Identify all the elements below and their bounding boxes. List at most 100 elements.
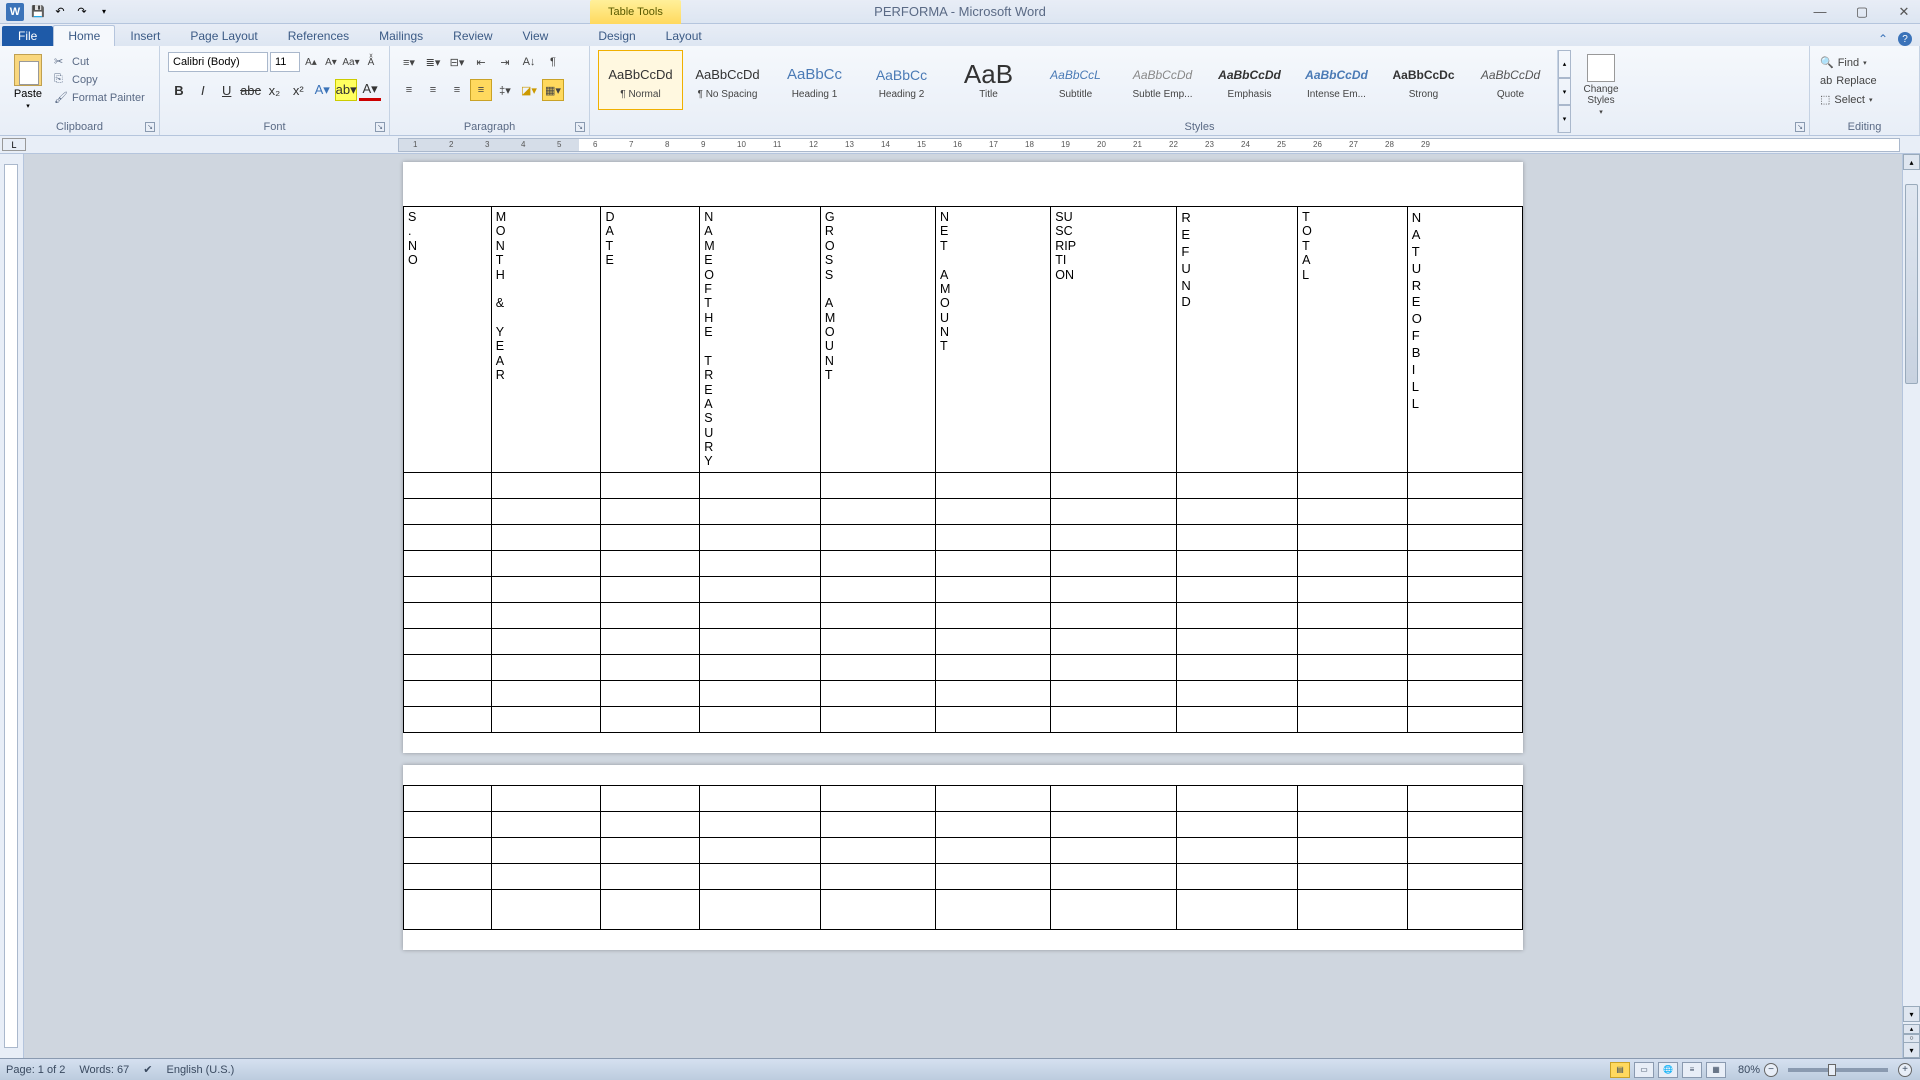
superscript-button[interactable]: x²: [287, 79, 309, 101]
bullets-button[interactable]: ≡▾: [398, 51, 420, 73]
tab-view[interactable]: View: [508, 25, 564, 46]
next-page-button[interactable]: ▾: [1903, 1042, 1920, 1058]
tab-design[interactable]: Design: [583, 25, 650, 46]
tab-page-layout[interactable]: Page Layout: [175, 25, 272, 46]
style-item-title[interactable]: AaBTitle: [946, 50, 1031, 110]
maximize-button[interactable]: ▢: [1850, 3, 1874, 21]
style-item-subtitle[interactable]: AaBbCcLSubtitle: [1033, 50, 1118, 110]
document-table[interactable]: S.NOMONTH & YEARDATENAMEOFTHE TREASURYGR…: [403, 206, 1523, 733]
align-center-button[interactable]: ≡: [422, 79, 444, 101]
draft-view[interactable]: ▦: [1706, 1062, 1726, 1078]
style-item-intense-em-[interactable]: AaBbCcDdIntense Em...: [1294, 50, 1379, 110]
undo-icon[interactable]: ↶: [52, 4, 68, 20]
strikethrough-button[interactable]: abc: [240, 79, 262, 101]
browse-object-buttons[interactable]: ▴○: [1903, 1024, 1920, 1040]
bold-button[interactable]: B: [168, 79, 190, 101]
table-header-cell[interactable]: DATE: [601, 207, 700, 473]
style-item-emphasis[interactable]: AaBbCcDdEmphasis: [1207, 50, 1292, 110]
table-header-cell[interactable]: REFUND: [1177, 207, 1298, 473]
align-right-button[interactable]: ≡: [446, 79, 468, 101]
highlight-button[interactable]: ab▾: [335, 79, 357, 101]
tab-home[interactable]: Home: [53, 25, 115, 46]
tab-insert[interactable]: Insert: [115, 25, 175, 46]
zoom-slider-thumb[interactable]: [1828, 1064, 1836, 1076]
sort-button[interactable]: A↓: [518, 51, 540, 73]
zoom-slider[interactable]: [1788, 1068, 1888, 1072]
font-size-select[interactable]: [270, 52, 300, 72]
select-button[interactable]: ⬚Select▾: [1818, 91, 1911, 108]
increase-indent-button[interactable]: ⇥: [494, 51, 516, 73]
redo-icon[interactable]: ↷: [74, 4, 90, 20]
tab-layout[interactable]: Layout: [651, 25, 717, 46]
shrink-font-button[interactable]: A▾: [322, 52, 340, 72]
language-status[interactable]: English (U.S.): [166, 1064, 234, 1076]
tab-references[interactable]: References: [273, 25, 364, 46]
help-icon[interactable]: ?: [1898, 32, 1912, 46]
copy-button[interactable]: ⎘Copy: [52, 72, 147, 88]
save-icon[interactable]: 💾: [30, 4, 46, 20]
styles-dialog-launcher[interactable]: ↘: [1795, 122, 1805, 132]
italic-button[interactable]: I: [192, 79, 214, 101]
page-viewport[interactable]: S.NOMONTH & YEARDATENAMEOFTHE TREASURYGR…: [24, 154, 1902, 1058]
vertical-ruler[interactable]: [0, 154, 24, 1058]
line-spacing-button[interactable]: ‡▾: [494, 79, 516, 101]
minimize-ribbon-icon[interactable]: ⌃: [1878, 32, 1888, 46]
table-header-cell[interactable]: SUSCRIPTION: [1051, 207, 1177, 473]
full-screen-view[interactable]: ▭: [1634, 1062, 1654, 1078]
font-dialog-launcher[interactable]: ↘: [375, 122, 385, 132]
format-painter-button[interactable]: 🖌Format Painter: [52, 90, 147, 106]
show-marks-button[interactable]: ¶: [542, 51, 564, 73]
tab-review[interactable]: Review: [438, 25, 507, 46]
vertical-scrollbar[interactable]: ▴ ▾ ▴○ ▾: [1902, 154, 1920, 1058]
print-layout-view[interactable]: ▤: [1610, 1062, 1630, 1078]
tab-selector[interactable]: L: [2, 138, 26, 151]
font-color-button[interactable]: A▾: [359, 79, 381, 101]
justify-button[interactable]: ≡: [470, 79, 492, 101]
grow-font-button[interactable]: A▴: [302, 52, 320, 72]
style-item-heading-1[interactable]: AaBbCcHeading 1: [772, 50, 857, 110]
clear-formatting-button[interactable]: Aͯ: [362, 52, 380, 72]
scroll-down-button[interactable]: ▾: [1903, 1006, 1920, 1022]
style-item-quote[interactable]: AaBbCcDdQuote: [1468, 50, 1553, 110]
table-header-cell[interactable]: NAMEOFTHE TREASURY: [700, 207, 821, 473]
multilevel-list-button[interactable]: ⊟▾: [446, 51, 468, 73]
table-header-cell[interactable]: MONTH & YEAR: [491, 207, 601, 473]
underline-button[interactable]: U: [216, 79, 238, 101]
word-app-icon[interactable]: W: [6, 3, 24, 21]
web-layout-view[interactable]: 🌐: [1658, 1062, 1678, 1078]
numbering-button[interactable]: ≣▾: [422, 51, 444, 73]
table-header-cell[interactable]: GROSS AMOUNT: [820, 207, 935, 473]
styles-gallery[interactable]: AaBbCcDd¶ NormalAaBbCcDd¶ No SpacingAaBb…: [598, 50, 1553, 110]
borders-button[interactable]: ▦▾: [542, 79, 564, 101]
shading-button[interactable]: ◪▾: [518, 79, 540, 101]
style-item--no-spacing[interactable]: AaBbCcDd¶ No Spacing: [685, 50, 770, 110]
style-item--normal[interactable]: AaBbCcDd¶ Normal: [598, 50, 683, 110]
scroll-up-button[interactable]: ▴: [1903, 154, 1920, 170]
change-case-button[interactable]: Aa▾: [342, 52, 360, 72]
horizontal-ruler[interactable]: 1234567891011121314151617181920212223242…: [398, 138, 1900, 152]
close-button[interactable]: ✕: [1892, 3, 1916, 21]
word-count[interactable]: Words: 67: [79, 1064, 129, 1076]
replace-button[interactable]: abReplace: [1818, 73, 1911, 89]
decrease-indent-button[interactable]: ⇤: [470, 51, 492, 73]
page-status[interactable]: Page: 1 of 2: [6, 1064, 65, 1076]
document-table-2[interactable]: [403, 785, 1523, 930]
zoom-out-button[interactable]: −: [1764, 1063, 1778, 1077]
cut-button[interactable]: ✂Cut: [52, 54, 147, 70]
table-header-cell[interactable]: S.NO: [404, 207, 492, 473]
zoom-in-button[interactable]: +: [1898, 1063, 1912, 1077]
paragraph-dialog-launcher[interactable]: ↘: [575, 122, 585, 132]
qat-more-icon[interactable]: ▾: [96, 4, 112, 20]
style-item-heading-2[interactable]: AaBbCcHeading 2: [859, 50, 944, 110]
find-button[interactable]: 🔍Find▾: [1818, 54, 1911, 71]
tab-mailings[interactable]: Mailings: [364, 25, 438, 46]
subscript-button[interactable]: x₂: [264, 79, 286, 101]
align-left-button[interactable]: ≡: [398, 79, 420, 101]
zoom-level[interactable]: 80%: [1738, 1064, 1760, 1076]
font-name-select[interactable]: [168, 52, 268, 72]
table-header-cell[interactable]: NET AMOUNT: [936, 207, 1051, 473]
proofing-icon[interactable]: ✔: [143, 1063, 152, 1076]
minimize-button[interactable]: —: [1808, 3, 1832, 21]
clipboard-dialog-launcher[interactable]: ↘: [145, 122, 155, 132]
table-header-cell[interactable]: TOTAL: [1298, 207, 1408, 473]
